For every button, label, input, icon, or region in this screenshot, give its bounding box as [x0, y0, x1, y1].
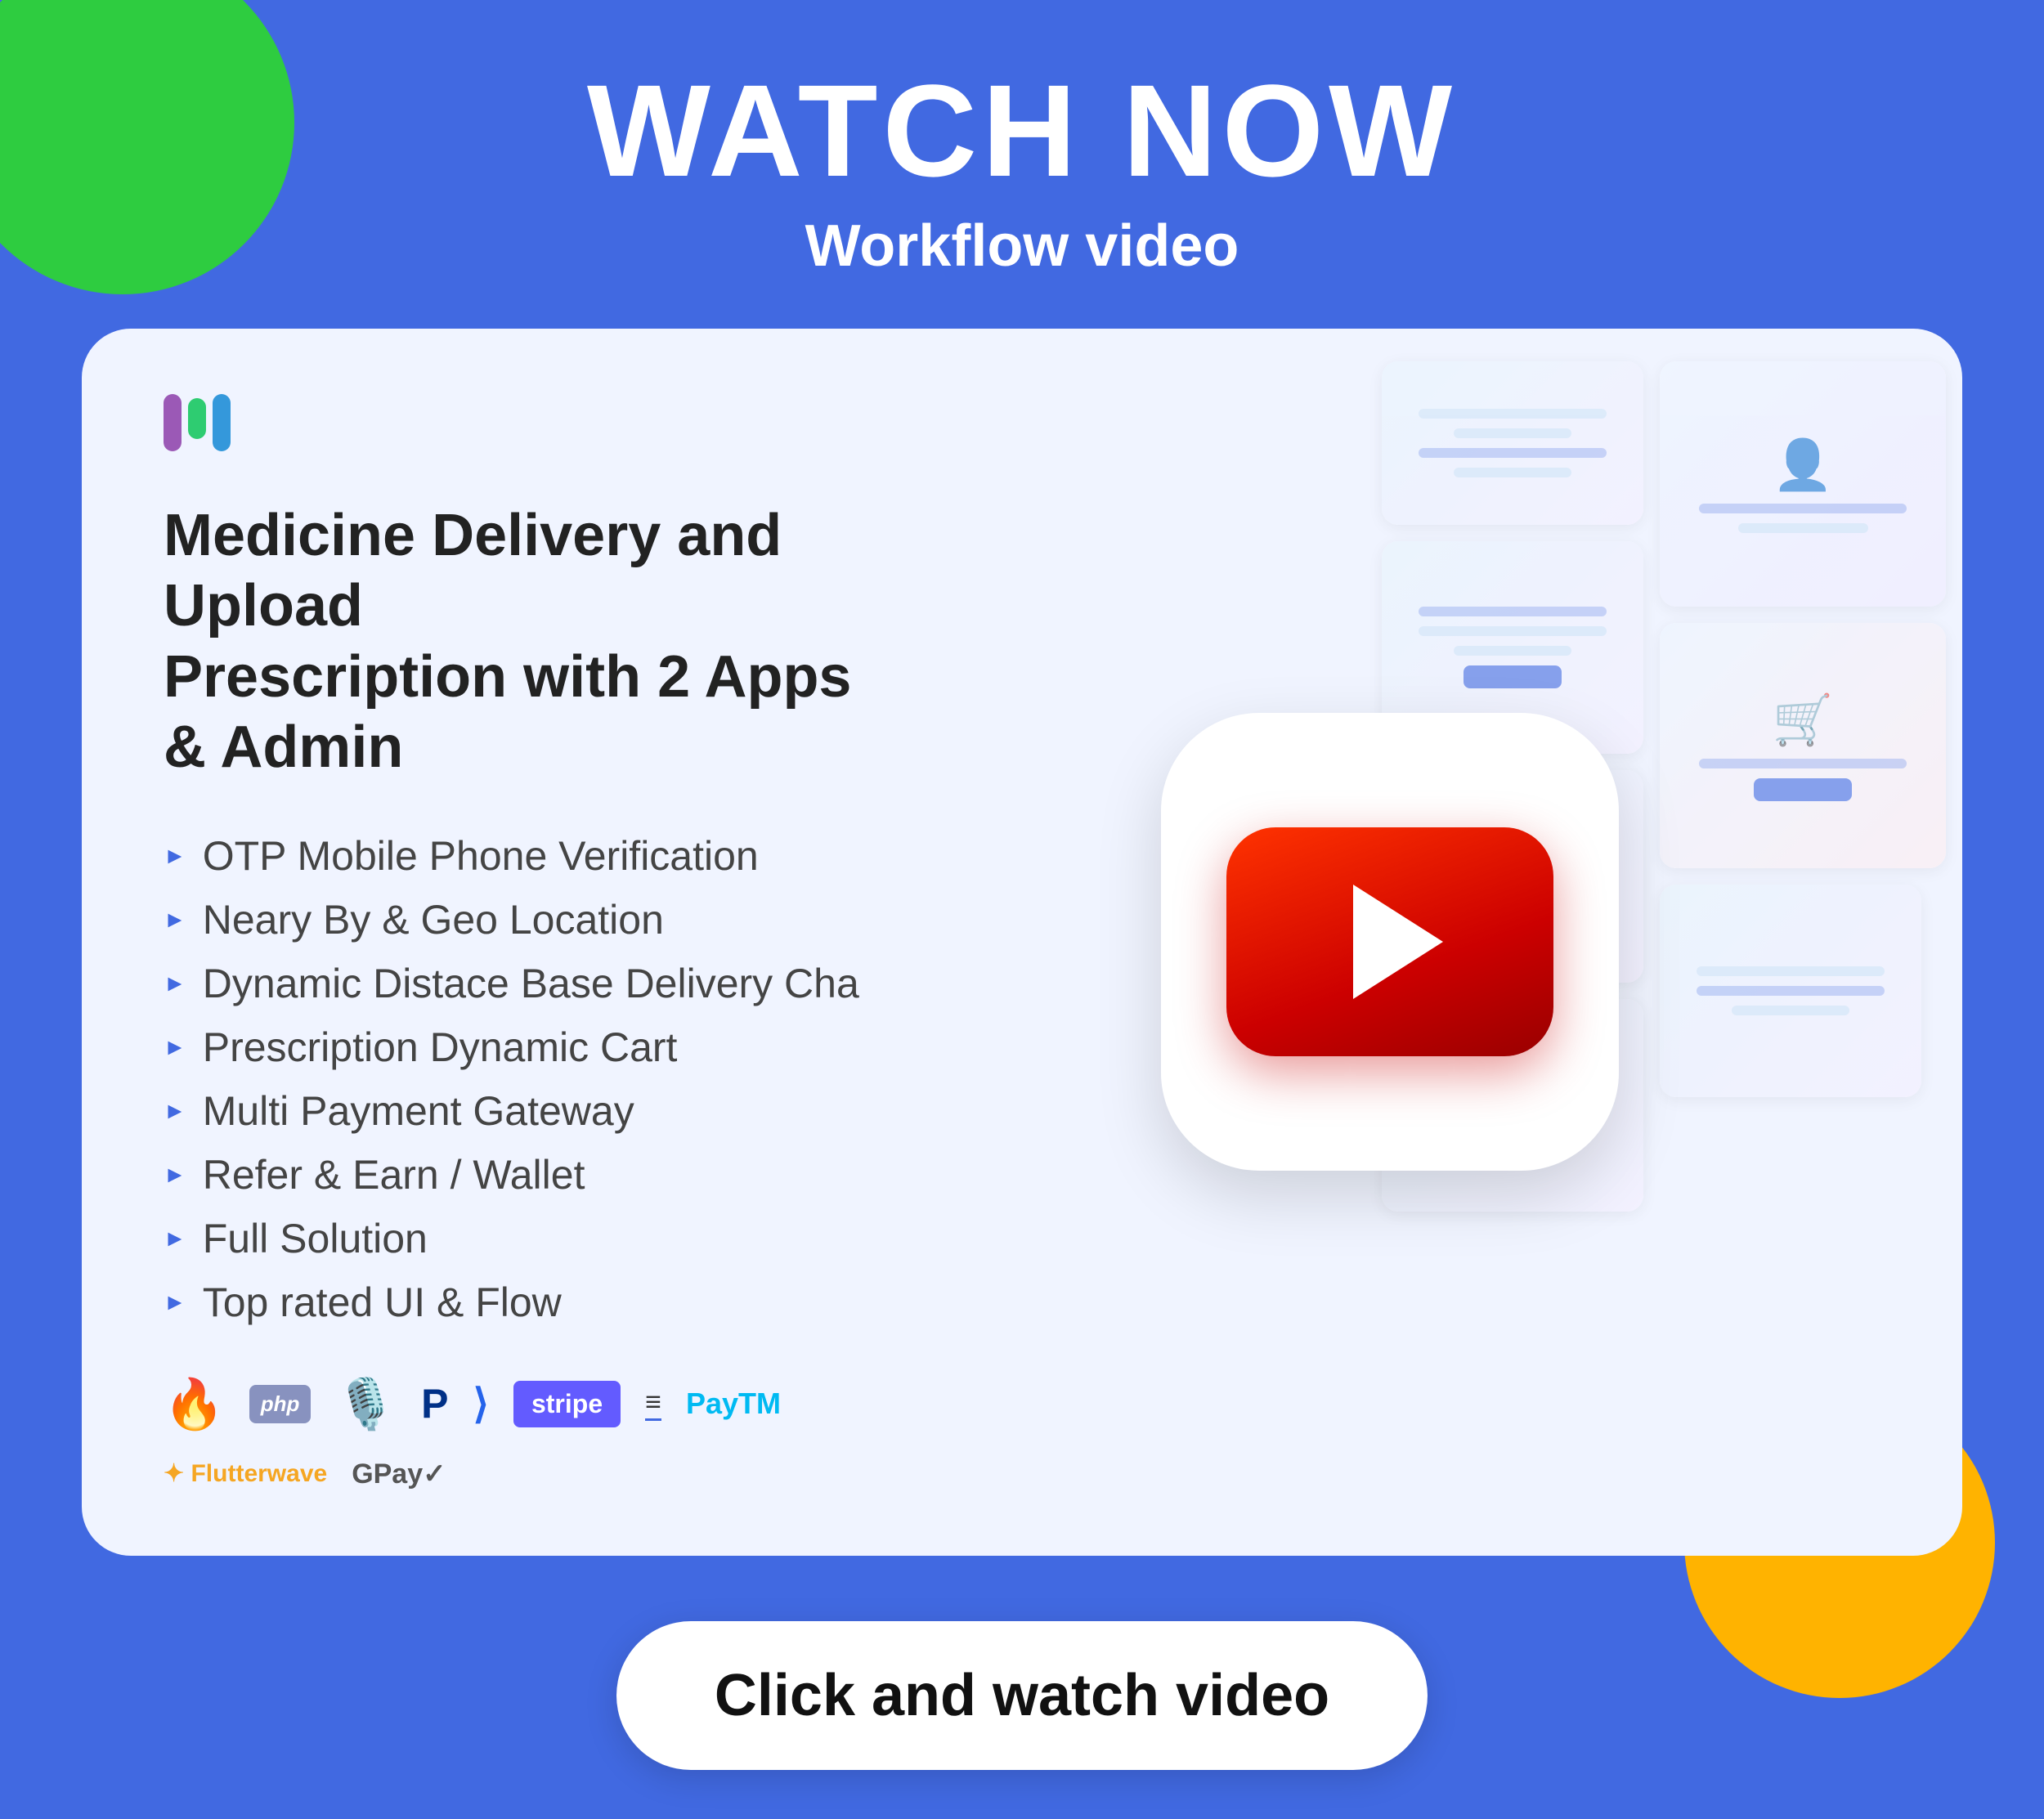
- watch-video-button[interactable]: Click and watch video: [616, 1621, 1428, 1770]
- feature-item: Dynamic Distace Base Delivery Cha: [164, 960, 899, 1007]
- screenshot-card: 👤: [1660, 361, 1946, 607]
- feature-item: Full Solution: [164, 1215, 899, 1262]
- gpay-label: GPay✓: [352, 1458, 446, 1490]
- features-list: OTP Mobile Phone Verification Neary By &…: [164, 832, 899, 1326]
- page-header: WATCH NOW Workflow video: [0, 0, 2044, 329]
- logo-bars: [164, 394, 231, 451]
- screenshot-card: [1660, 885, 1921, 1097]
- feature-item: Refer & Earn / Wallet: [164, 1151, 899, 1198]
- feature-text: Full Solution: [203, 1215, 428, 1262]
- azul-icon: ⟩: [473, 1380, 489, 1427]
- feature-item: Prescription Dynamic Cart: [164, 1024, 899, 1071]
- paytm-label: PayTM: [686, 1387, 781, 1421]
- feature-text: Multi Payment Gateway: [203, 1087, 634, 1135]
- play-button[interactable]: [1161, 713, 1619, 1171]
- logo-bar-blue: [213, 394, 231, 451]
- left-content: Medicine Delivery and UploadPrescription…: [164, 394, 899, 1490]
- podcast-icon: 🎙️: [335, 1375, 397, 1433]
- feature-text: Neary By & Geo Location: [203, 896, 664, 943]
- video-card: Medicine Delivery and UploadPrescription…: [82, 329, 1962, 1556]
- feature-text: Top rated UI & Flow: [203, 1279, 562, 1326]
- screenshot-col-2: 👤 🛒: [1660, 361, 1946, 1212]
- flutterwave-label: ✦ Flutterwave: [164, 1459, 327, 1488]
- feature-text: Dynamic Distace Base Delivery Cha: [203, 960, 859, 1007]
- feature-text: Prescription Dynamic Cart: [203, 1024, 678, 1071]
- feature-item: OTP Mobile Phone Verification: [164, 832, 899, 880]
- stripe-label: stripe: [513, 1381, 621, 1427]
- page-title: WATCH NOW: [0, 65, 2044, 196]
- tech-stack: 🔥 php 🎙️ P ⟩ stripe ≡ PayTM ✦ Flutterwav…: [164, 1375, 899, 1490]
- feature-item: Multi Payment Gateway: [164, 1087, 899, 1135]
- cta-section: Click and watch video: [0, 1556, 2044, 1819]
- paypal-icon: P: [421, 1380, 448, 1427]
- feature-item: Top rated UI & Flow: [164, 1279, 899, 1326]
- feature-text: Refer & Earn / Wallet: [203, 1151, 585, 1198]
- screenshot-card: [1382, 361, 1643, 525]
- feature-item: Neary By & Geo Location: [164, 896, 899, 943]
- php-icon: php: [249, 1385, 312, 1423]
- play-triangle-icon: [1353, 885, 1443, 999]
- youtube-background: [1226, 827, 1553, 1056]
- lines-icon: ≡: [645, 1387, 661, 1421]
- screenshot-card: 🛒: [1660, 623, 1946, 868]
- feature-text: OTP Mobile Phone Verification: [203, 832, 759, 880]
- page-subtitle: Workflow video: [0, 213, 2044, 280]
- video-card-inner: Medicine Delivery and UploadPrescription…: [82, 329, 1962, 1556]
- logo-bar-green: [188, 398, 206, 439]
- logo-bar-purple: [164, 394, 182, 451]
- firebase-icon: 🔥: [164, 1375, 225, 1433]
- main-title: Medicine Delivery and UploadPrescription…: [164, 500, 899, 783]
- app-logo: [164, 394, 899, 451]
